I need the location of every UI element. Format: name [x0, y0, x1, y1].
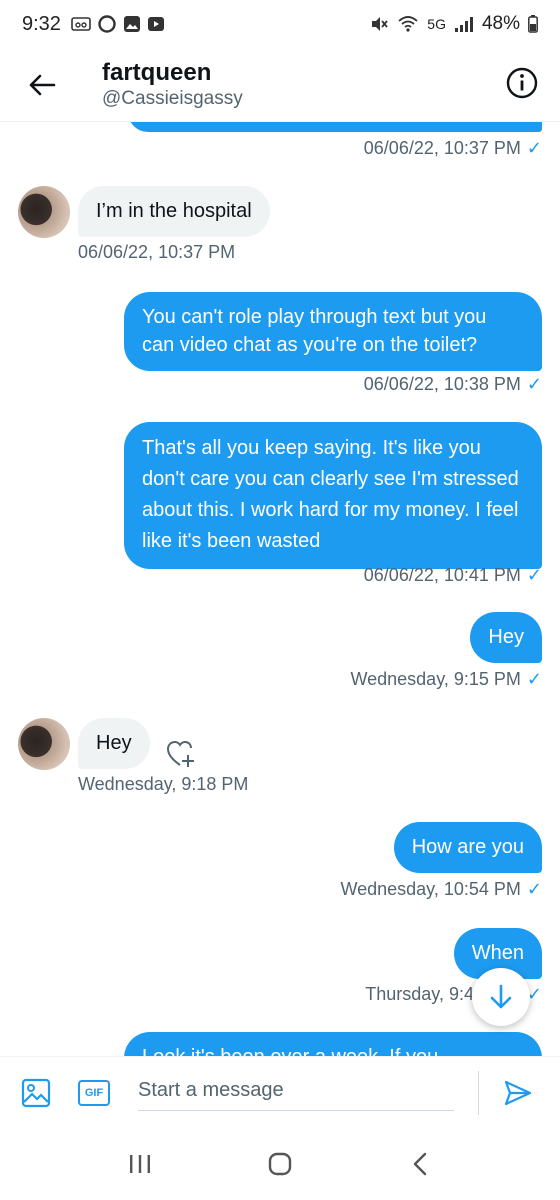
message-bubble-incoming[interactable]: Hey: [78, 718, 150, 769]
check-icon: ✓: [526, 374, 542, 394]
gif-button[interactable]: GIF: [74, 1073, 114, 1113]
composer-divider: [478, 1071, 479, 1115]
battery-percent: 48%: [481, 13, 520, 34]
react-button[interactable]: [162, 734, 202, 774]
message-timestamp: Wednesday, 9:18 PM: [78, 774, 249, 794]
ring-icon: [97, 14, 117, 34]
recent-apps-button[interactable]: [115, 1139, 165, 1189]
message-timestamp: 06/06/22, 10:37 PM ✓: [363, 138, 542, 158]
battery-icon: [528, 15, 538, 33]
message-timestamp: 06/06/22, 10:38 PM ✓: [363, 374, 542, 394]
youtube-icon: [147, 15, 165, 33]
info-button[interactable]: [502, 63, 542, 103]
send-button[interactable]: [498, 1073, 538, 1113]
scroll-to-bottom-button[interactable]: [472, 968, 530, 1026]
status-bar: 9:32 5G 48%: [0, 0, 560, 48]
message-bubble-outgoing[interactable]: Look it's been over a week. If you: [124, 1032, 542, 1056]
avatar[interactable]: [18, 186, 70, 238]
message-timestamp: 06/06/22, 10:37 PM: [78, 242, 236, 262]
check-icon: ✓: [526, 565, 542, 585]
message-bubble-outgoing[interactable]: [128, 122, 542, 132]
check-icon: ✓: [526, 669, 542, 689]
back-button[interactable]: [22, 65, 62, 105]
image-icon: [21, 1078, 51, 1108]
message-list[interactable]: 06/06/22, 10:37 PM ✓ I’m in the hospital…: [0, 122, 560, 1056]
home-icon: [268, 1152, 292, 1176]
arrow-left-icon: [29, 74, 56, 95]
gallery-icon: [123, 15, 141, 33]
signal-icon: [454, 15, 474, 33]
heart-plus-icon: [166, 740, 194, 767]
message-bubble-outgoing[interactable]: Hey: [470, 612, 542, 663]
avatar[interactable]: [18, 718, 70, 770]
contact-name: fartqueen: [102, 58, 212, 86]
message-timestamp: Wednesday, 9:15 PM ✓: [350, 669, 542, 689]
back-nav-button[interactable]: [395, 1139, 445, 1189]
message-bubble-outgoing[interactable]: You can't role play through text but you…: [124, 292, 542, 371]
voicemail-icon: [71, 16, 91, 32]
status-time: 9:32: [22, 12, 61, 35]
header-titles[interactable]: fartqueen @Cassieisgassy: [102, 59, 243, 111]
message-bubble-incoming[interactable]: I’m in the hospital: [78, 186, 270, 237]
system-nav-bar: [0, 1128, 560, 1200]
check-icon: ✓: [526, 879, 542, 899]
home-button[interactable]: [255, 1139, 305, 1189]
arrow-down-icon: [490, 984, 512, 1009]
message-timestamp: Wednesday, 10:54 PM ✓: [340, 879, 542, 899]
check-icon: ✓: [526, 138, 542, 158]
message-timestamp: Thursday, 9:4: [365, 984, 474, 1004]
message-input[interactable]: [138, 1071, 454, 1111]
chevron-left-icon: [413, 1152, 427, 1176]
network-label: 5G: [427, 16, 446, 32]
message-timestamp: 06/06/22, 10:41 PM ✓: [363, 565, 542, 585]
mute-icon: [369, 14, 389, 34]
wifi-icon: [397, 14, 419, 34]
message-bubble-outgoing[interactable]: That's all you keep saying. It's like yo…: [124, 422, 542, 569]
message-composer: GIF: [0, 1056, 560, 1128]
send-icon: [504, 1080, 532, 1106]
conversation-header: fartqueen @Cassieisgassy: [0, 48, 560, 122]
recent-apps-icon: [130, 1155, 150, 1173]
media-button[interactable]: [16, 1073, 56, 1113]
gif-icon: GIF: [78, 1080, 110, 1106]
contact-handle: @Cassieisgassy: [102, 87, 243, 109]
info-icon: [506, 67, 538, 99]
message-bubble-outgoing[interactable]: How are you: [393, 822, 542, 873]
